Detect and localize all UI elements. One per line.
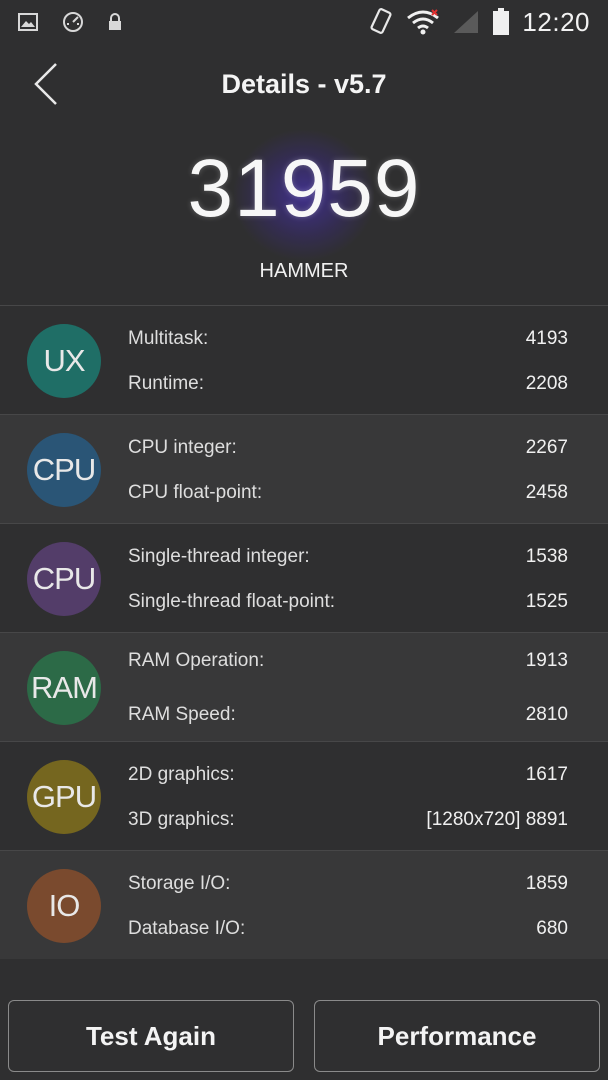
score-label: Storage I/O: (128, 873, 231, 894)
io-badge: IO (27, 869, 101, 943)
device-name: HAMMER (259, 260, 349, 282)
speedometer-icon (63, 12, 83, 32)
category-row-ram[interactable]: RAM RAM Operation: 1913 RAM Speed: 2810 (0, 632, 608, 741)
page-title: Details - v5.7 (221, 68, 387, 99)
score-line: 2D graphics: 1617 (128, 762, 568, 788)
score-line: RAM Operation: 1913 (128, 648, 568, 674)
score-value: 680 (536, 918, 568, 939)
bottom-action-bar: Test Again Performance (0, 1000, 608, 1072)
chevron-left-icon (34, 63, 57, 105)
score-value: 1525 (525, 591, 568, 612)
category-row-single-thread[interactable]: CPU Single-thread integer: 1538 Single-t… (0, 523, 608, 632)
category-row-io[interactable]: IO Storage I/O: 1859 Database I/O: 680 (0, 850, 608, 959)
screen-rotate-icon (370, 8, 392, 34)
score-line: Single-thread integer: 1538 (128, 544, 568, 570)
score-line: Multitask: 4193 (128, 326, 568, 352)
score-value: [1280x720] 8891 (426, 809, 568, 830)
score-label: RAM Speed: (128, 704, 236, 725)
status-bar: 12:20 (0, 0, 608, 44)
category-row-cpu[interactable]: CPU CPU integer: 2267 CPU float-point: 2… (0, 414, 608, 523)
score-value: 1913 (525, 650, 568, 671)
score-value: 1538 (525, 546, 568, 567)
score-value: 4193 (525, 328, 568, 349)
cpu-single-thread-badge: CPU (27, 542, 101, 616)
battery-icon (493, 8, 510, 35)
score-label: RAM Operation: (128, 650, 265, 671)
score-label: Database I/O: (128, 918, 246, 939)
clock: 12:20 (522, 6, 590, 37)
cpu-badge: CPU (27, 433, 101, 507)
score-line: RAM Speed: 2810 (128, 702, 568, 728)
category-row-ux[interactable]: UX Multitask: 4193 Runtime: 2208 (0, 305, 608, 414)
score-value: 1617 (525, 764, 568, 785)
total-score-panel: 31959 HAMMER (0, 130, 608, 305)
score-value: 1859 (525, 873, 568, 894)
back-button[interactable] (26, 58, 66, 110)
wifi-icon (407, 9, 440, 35)
ram-badge: RAM (27, 651, 101, 725)
gpu-badge: GPU (27, 760, 101, 834)
score-line: Database I/O: 680 (128, 916, 568, 942)
score-line: CPU float-point: 2458 (128, 480, 568, 506)
score-label: 3D graphics: (128, 809, 235, 830)
image-icon (18, 13, 38, 31)
score-value: 2267 (525, 437, 568, 458)
signal-icon (454, 11, 479, 33)
test-again-button[interactable]: Test Again (8, 1000, 294, 1072)
score-value: 2208 (525, 373, 568, 394)
score-value: 2810 (525, 704, 568, 725)
score-line: 3D graphics: [1280x720] 8891 (128, 807, 568, 833)
score-line: Single-thread float-point: 1525 (128, 589, 568, 615)
score-label: Multitask: (128, 328, 209, 349)
score-line: CPU integer: 2267 (128, 435, 568, 461)
performance-button[interactable]: Performance (314, 1000, 600, 1072)
lock-icon (109, 13, 121, 30)
category-row-gpu[interactable]: GPU 2D graphics: 1617 3D graphics: [1280… (0, 741, 608, 850)
score-value: 2458 (525, 482, 568, 503)
score-label: Single-thread float-point: (128, 591, 336, 612)
score-label: Single-thread integer: (128, 546, 310, 567)
total-score: 31959 (187, 143, 421, 234)
score-line: Runtime: 2208 (128, 371, 568, 397)
score-label: 2D graphics: (128, 764, 235, 785)
score-label: CPU integer: (128, 437, 237, 458)
score-categories: UX Multitask: 4193 Runtime: 2208 CPU CPU… (0, 305, 608, 959)
app-header: Details - v5.7 (0, 44, 608, 124)
score-label: Runtime: (128, 373, 205, 394)
ux-badge: UX (27, 324, 101, 398)
score-line: Storage I/O: 1859 (128, 871, 568, 897)
score-label: CPU float-point: (128, 482, 263, 503)
